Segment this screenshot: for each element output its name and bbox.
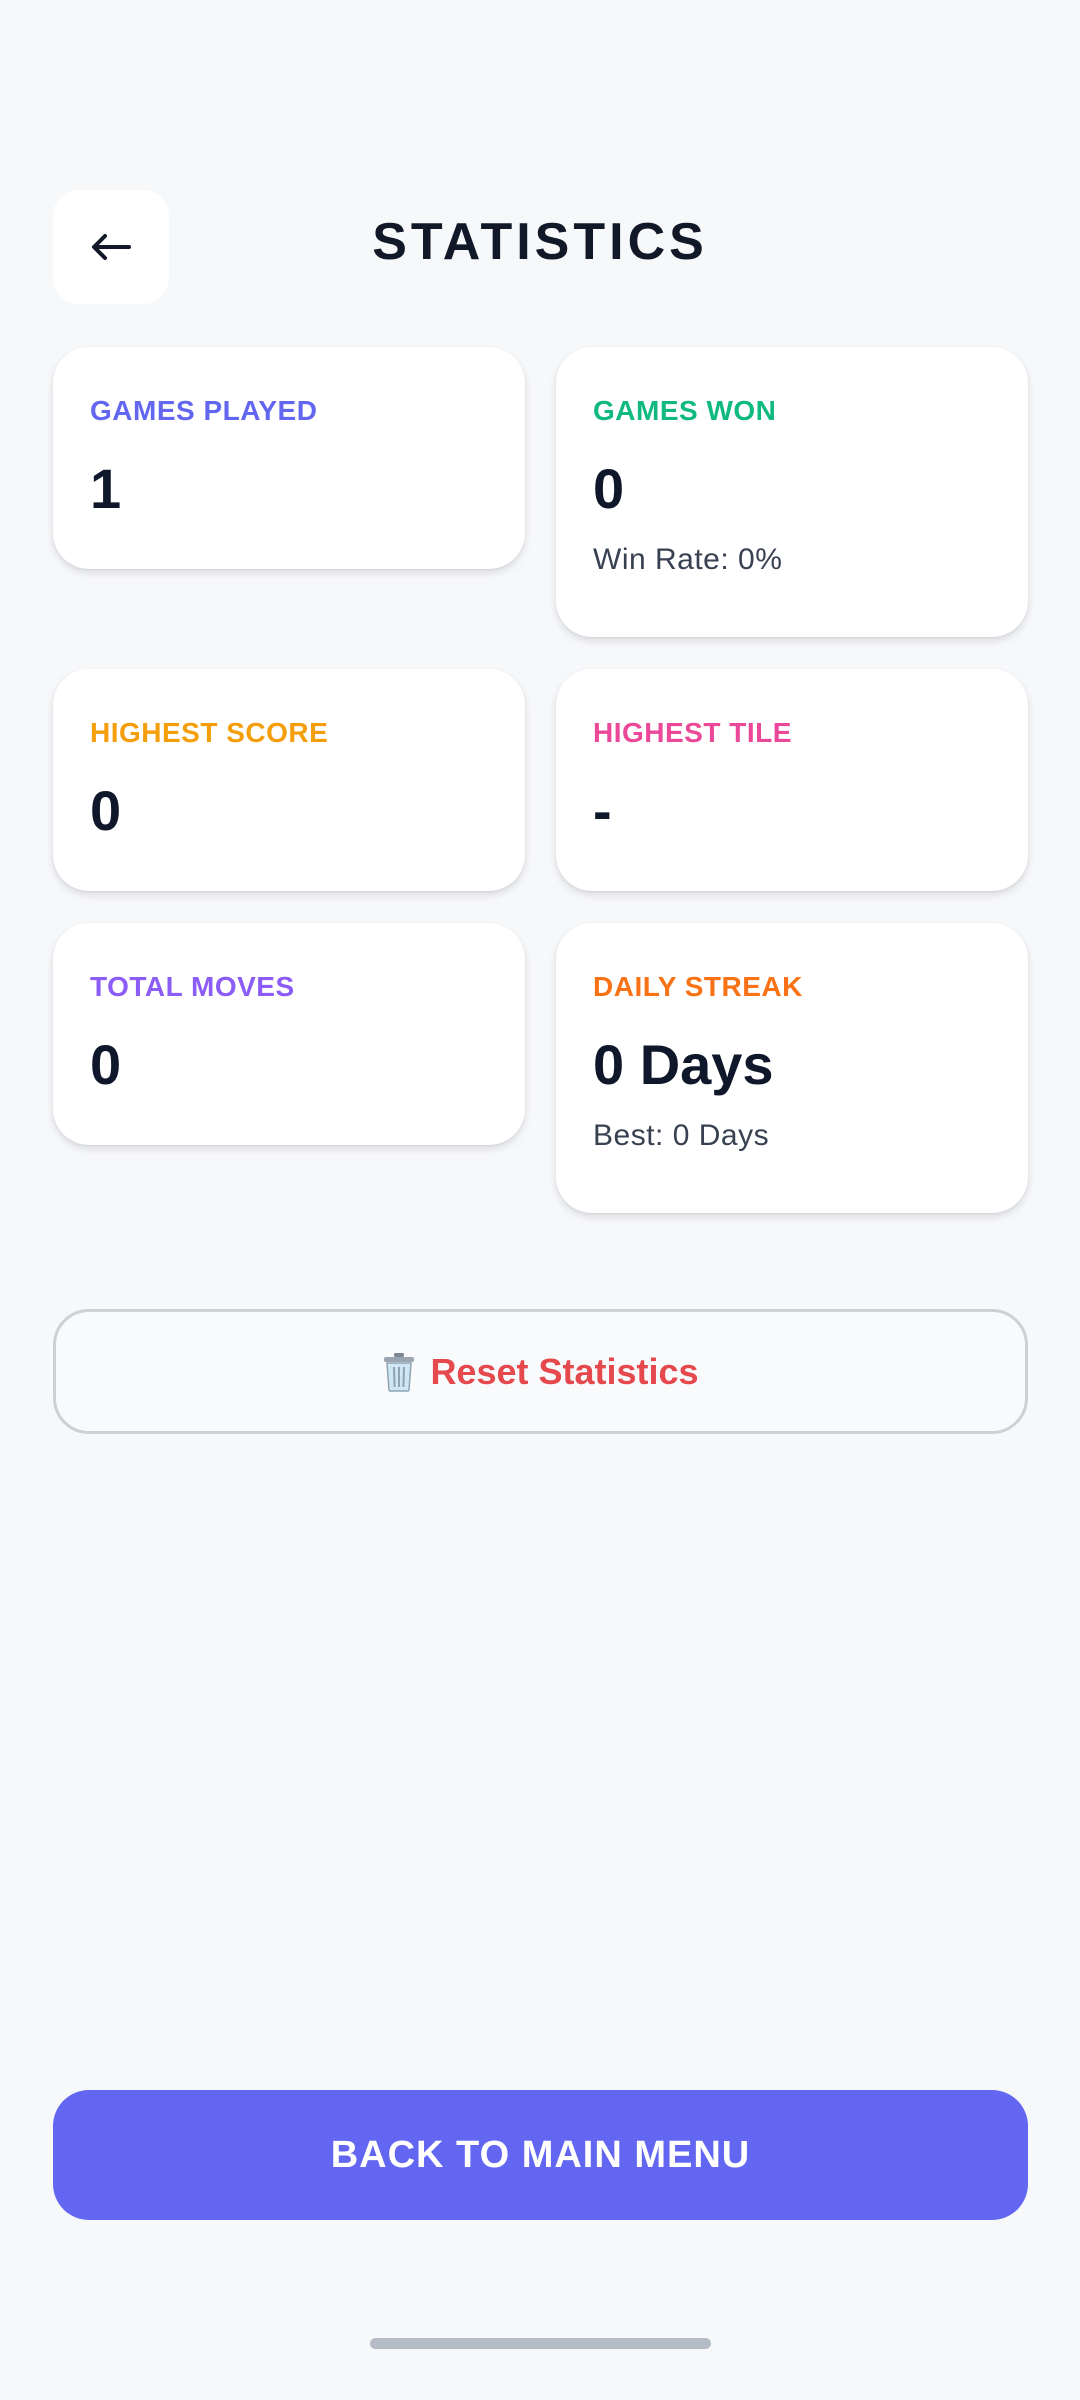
- games-won-value: 0: [593, 457, 625, 520]
- highest-tile-card: HIGHEST TILE -: [556, 669, 1028, 891]
- highest-score-label: HIGHEST SCORE: [90, 717, 329, 748]
- page-title: STATISTICS: [372, 213, 708, 271]
- total-moves-card: TOTAL MOVES 0: [53, 923, 525, 1145]
- daily-streak-card: DAILY STREAK 0 Days Best: 0 Days: [556, 923, 1028, 1213]
- games-played-card: GAMES PLAYED 1: [53, 347, 525, 569]
- games-won-card: GAMES WON 0 Win Rate: 0%: [556, 347, 1028, 637]
- back-to-main-menu-button[interactable]: BACK TO MAIN MENU: [53, 2090, 1028, 2220]
- daily-streak-label: DAILY STREAK: [593, 971, 803, 1002]
- highest-tile-label: HIGHEST TILE: [593, 717, 792, 748]
- trash-icon: [382, 1352, 416, 1392]
- reset-statistics-label: Reset Statistics: [430, 1350, 699, 1392]
- games-played-label: GAMES PLAYED: [90, 395, 318, 426]
- total-moves-value: 0: [90, 1033, 122, 1096]
- highest-tile-value: -: [593, 779, 612, 842]
- highest-score-card: HIGHEST SCORE 0: [53, 669, 525, 891]
- reset-statistics-button[interactable]: Reset Statistics: [53, 1309, 1028, 1434]
- games-won-label: GAMES WON: [593, 395, 777, 426]
- games-played-value: 1: [90, 457, 122, 520]
- best-streak-text: Best: 0 Days: [593, 1119, 770, 1152]
- win-rate-text: Win Rate: 0%: [593, 543, 783, 576]
- statistics-screen: STATISTICS GAMES PLAYED 1 GAMES WON 0 Wi…: [0, 0, 1080, 2400]
- highest-score-value: 0: [90, 779, 122, 842]
- home-indicator[interactable]: [370, 2338, 711, 2349]
- total-moves-label: TOTAL MOVES: [90, 971, 295, 1002]
- daily-streak-value: 0 Days: [593, 1033, 774, 1096]
